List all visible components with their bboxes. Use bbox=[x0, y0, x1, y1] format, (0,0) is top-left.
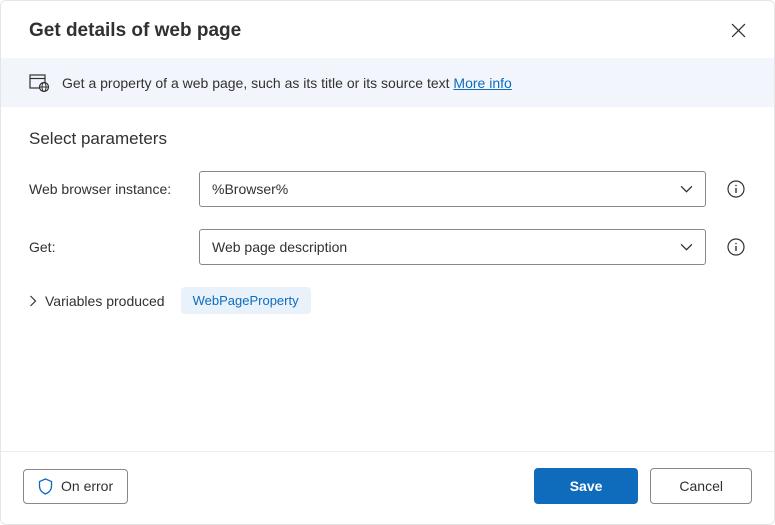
web-page-icon bbox=[29, 72, 50, 93]
chevron-down-icon bbox=[680, 243, 693, 251]
on-error-label: On error bbox=[61, 478, 113, 494]
cancel-button[interactable]: Cancel bbox=[650, 468, 752, 504]
on-error-button[interactable]: On error bbox=[23, 469, 128, 504]
info-icon bbox=[727, 238, 745, 256]
field-label-browser: Web browser instance: bbox=[29, 181, 189, 197]
dialog-header: Get details of web page bbox=[1, 1, 774, 58]
field-browser-instance: Web browser instance: %Browser% bbox=[29, 171, 746, 207]
close-button[interactable] bbox=[727, 19, 750, 42]
get-select[interactable]: Web page description bbox=[199, 229, 706, 265]
dialog-footer: On error Save Cancel bbox=[1, 451, 774, 524]
info-bar: Get a property of a web page, such as it… bbox=[1, 58, 774, 107]
footer-actions: Save Cancel bbox=[534, 468, 752, 504]
browser-instance-select[interactable]: %Browser% bbox=[199, 171, 706, 207]
field-label-get: Get: bbox=[29, 239, 189, 255]
variables-produced-row: Variables produced WebPageProperty bbox=[29, 287, 746, 314]
shield-icon bbox=[38, 478, 53, 495]
close-icon bbox=[731, 23, 746, 38]
browser-instance-value: %Browser% bbox=[212, 181, 288, 197]
variable-pill[interactable]: WebPageProperty bbox=[181, 287, 311, 314]
dialog-content: Select parameters Web browser instance: … bbox=[1, 107, 774, 451]
variables-produced-label: Variables produced bbox=[45, 293, 165, 309]
info-icon bbox=[727, 180, 745, 198]
save-button[interactable]: Save bbox=[534, 468, 639, 504]
info-description: Get a property of a web page, such as it… bbox=[62, 75, 453, 91]
info-button-browser[interactable] bbox=[726, 179, 746, 199]
info-text: Get a property of a web page, such as it… bbox=[62, 75, 512, 91]
get-value: Web page description bbox=[212, 239, 347, 255]
section-title: Select parameters bbox=[29, 129, 746, 149]
info-button-get[interactable] bbox=[726, 237, 746, 257]
expand-variables-button[interactable] bbox=[29, 295, 37, 307]
chevron-down-icon bbox=[680, 185, 693, 193]
more-info-link[interactable]: More info bbox=[453, 75, 511, 91]
field-get: Get: Web page description bbox=[29, 229, 746, 265]
dialog-title: Get details of web page bbox=[29, 20, 241, 42]
